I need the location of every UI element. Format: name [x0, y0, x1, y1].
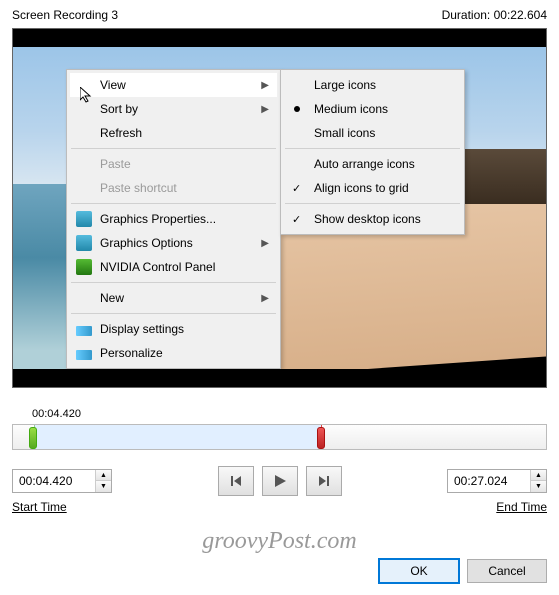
- chevron-right-icon: ▶: [261, 238, 269, 249]
- menu-view[interactable]: View▶: [70, 73, 277, 97]
- menu-nvidia-control-panel[interactable]: NVIDIA Control Panel: [70, 255, 277, 279]
- intel-icon: [76, 211, 92, 227]
- chevron-right-icon: ▶: [261, 104, 269, 115]
- start-time-input[interactable]: ▲▼: [12, 469, 112, 493]
- duration: Duration: 00:22.604: [442, 8, 547, 22]
- start-time-field[interactable]: [13, 474, 95, 488]
- marker-time-label: 00:04.420: [32, 408, 547, 420]
- spin-up-icon[interactable]: ▲: [96, 470, 111, 481]
- menu-align-to-grid[interactable]: ✓Align icons to grid: [284, 176, 461, 200]
- chevron-right-icon: ▶: [261, 293, 269, 304]
- menu-sort-by[interactable]: Sort by▶: [70, 97, 277, 121]
- spin-down-icon[interactable]: ▼: [96, 481, 111, 492]
- check-icon: ✓: [292, 213, 301, 226]
- end-time-label: End Time: [496, 500, 547, 514]
- watermark: groovyPost.com: [12, 528, 547, 555]
- view-submenu[interactable]: Large icons Medium icons Small icons Aut…: [280, 69, 465, 235]
- cursor-icon: [80, 87, 96, 103]
- start-time-label: Start Time: [12, 500, 67, 514]
- menu-new[interactable]: New▶: [70, 286, 277, 310]
- menu-small-icons[interactable]: Small icons: [284, 121, 461, 145]
- end-handle[interactable]: [317, 419, 327, 457]
- menu-personalize[interactable]: Personalize: [70, 341, 277, 365]
- nvidia-icon: [76, 259, 92, 275]
- cancel-button[interactable]: Cancel: [467, 559, 547, 583]
- radio-selected-icon: [294, 106, 300, 112]
- menu-refresh[interactable]: Refresh: [70, 121, 277, 145]
- menu-auto-arrange[interactable]: Auto arrange icons: [284, 152, 461, 176]
- video-preview: View▶ Sort by▶ Refresh Paste Paste short…: [12, 28, 547, 388]
- spin-down-icon[interactable]: ▼: [531, 481, 546, 492]
- menu-graphics-properties[interactable]: Graphics Properties...: [70, 207, 277, 231]
- desktop-context-menu[interactable]: View▶ Sort by▶ Refresh Paste Paste short…: [66, 69, 281, 369]
- menu-paste-shortcut: Paste shortcut: [70, 176, 277, 200]
- menu-large-icons[interactable]: Large icons: [284, 73, 461, 97]
- spin-up-icon[interactable]: ▲: [531, 470, 546, 481]
- personalize-icon: [76, 350, 92, 360]
- check-icon: ✓: [292, 182, 301, 195]
- chevron-right-icon: ▶: [261, 80, 269, 91]
- intel-icon: [76, 235, 92, 251]
- display-icon: [76, 326, 92, 336]
- end-time-field[interactable]: [448, 474, 530, 488]
- start-handle[interactable]: [29, 419, 39, 457]
- play-button[interactable]: [262, 466, 298, 496]
- timeline-selection: [34, 425, 322, 449]
- menu-paste: Paste: [70, 152, 277, 176]
- end-time-input[interactable]: ▲▼: [447, 469, 547, 493]
- step-back-button[interactable]: [218, 466, 254, 496]
- menu-graphics-options[interactable]: Graphics Options▶: [70, 231, 277, 255]
- timeline-track[interactable]: [12, 424, 547, 450]
- step-forward-button[interactable]: [306, 466, 342, 496]
- ok-button[interactable]: OK: [379, 559, 459, 583]
- menu-show-desktop-icons[interactable]: ✓Show desktop icons: [284, 207, 461, 231]
- menu-display-settings[interactable]: Display settings: [70, 317, 277, 341]
- recording-title: Screen Recording 3: [12, 8, 118, 22]
- menu-medium-icons[interactable]: Medium icons: [284, 97, 461, 121]
